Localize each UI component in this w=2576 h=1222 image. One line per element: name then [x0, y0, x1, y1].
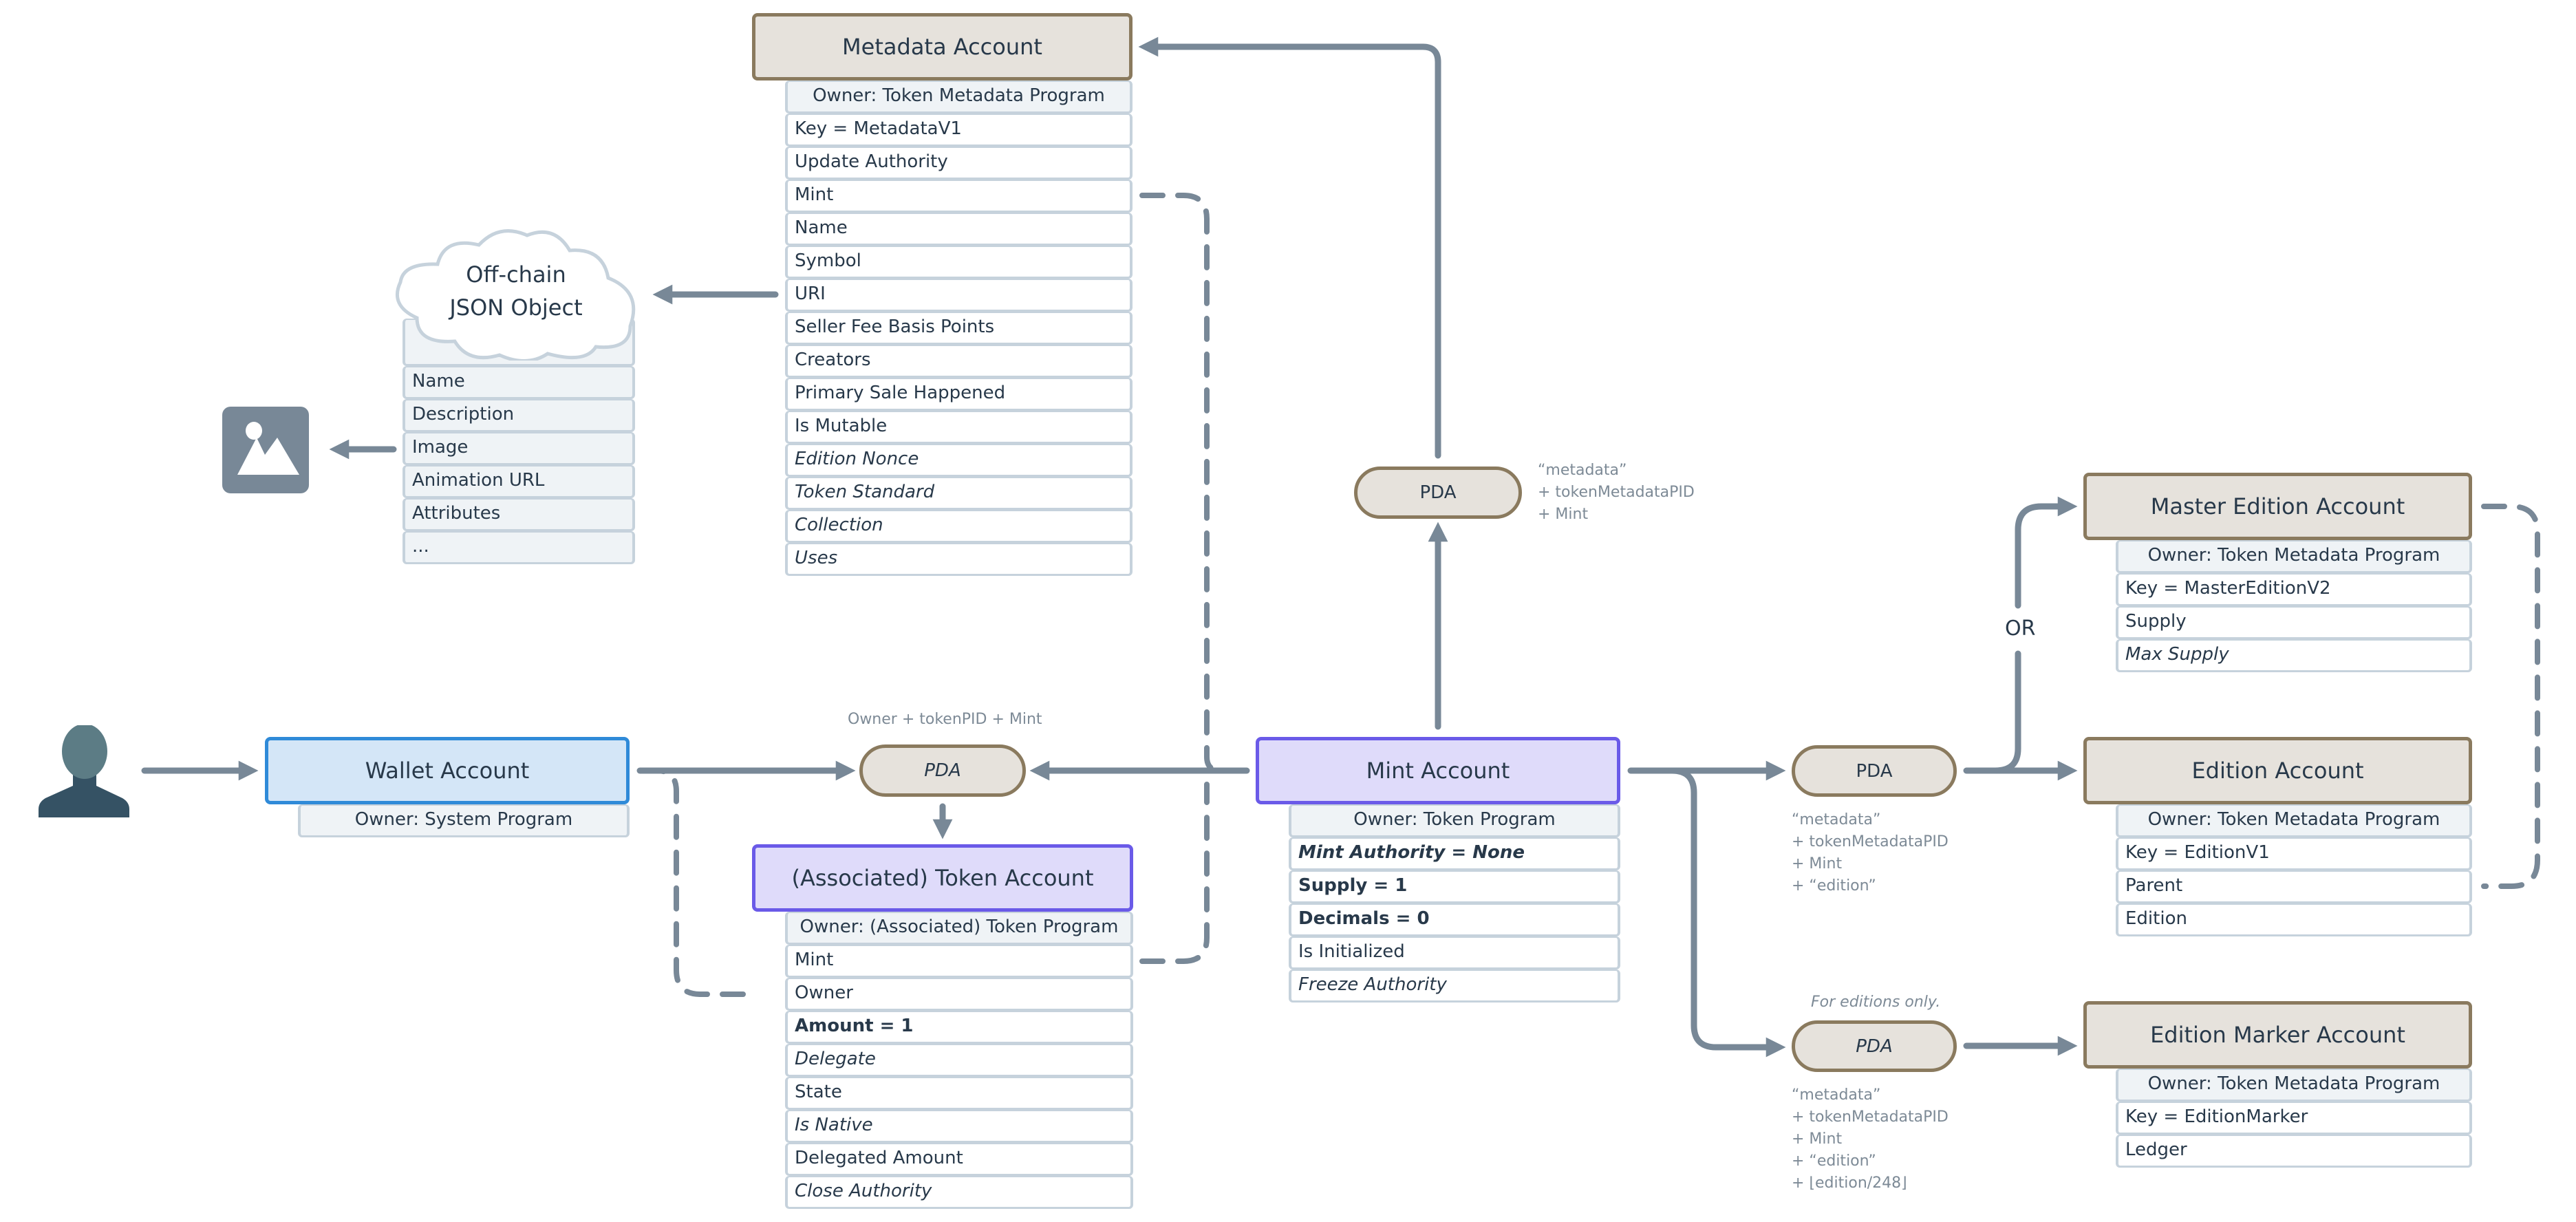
edition-field: Parent — [2116, 870, 2472, 903]
json-field: Name — [402, 366, 635, 399]
token-account-header[interactable]: (Associated) Token Account — [752, 844, 1133, 912]
metadata-account-owner: Owner: Token Metadata Program — [785, 81, 1133, 114]
token-field: Delegated Amount — [785, 1143, 1133, 1176]
edition-marker-field: Ledger — [2116, 1135, 2472, 1168]
mint-field: Supply = 1 — [1289, 870, 1620, 903]
edition-marker-account-header[interactable]: Edition Marker Account — [2083, 1001, 2472, 1069]
metadata-pda-label: PDA — [1419, 482, 1457, 503]
metadata-field: URI — [785, 279, 1133, 312]
token-pda-seeds: Owner + tokenPID + Mint — [848, 711, 1042, 728]
token-account-fields: Owner: (Associated) Token Program Mint O… — [785, 912, 1133, 1209]
offchain-json-title-line2: JSON Object — [449, 294, 583, 321]
token-field: State — [785, 1077, 1133, 1110]
metadata-field: Seller Fee Basis Points — [785, 312, 1133, 345]
mint-field: Mint Authority = None — [1289, 837, 1620, 870]
metadata-field: Key = MetadataV1 — [785, 114, 1133, 147]
edition-marker-field: Key = EditionMarker — [2116, 1102, 2472, 1135]
dashed-edition-parent-to-master — [2481, 504, 2540, 889]
wallet-account-title: Wallet Account — [365, 758, 530, 784]
edition-marker-account-owner: Owner: Token Metadata Program — [2116, 1069, 2472, 1102]
metadata-field: Creators — [785, 345, 1133, 378]
token-pda[interactable]: PDA — [859, 744, 1026, 797]
edition-account-header[interactable]: Edition Account — [2083, 737, 2472, 804]
wallet-account-header[interactable]: Wallet Account — [265, 737, 630, 804]
master-edition-account-fields: Owner: Token Metadata Program Key = Mast… — [2116, 540, 2472, 672]
dashed-metadata-mint-to-mint — [1139, 193, 1249, 773]
edition-pda-seeds: “metadata” + tokenMetadataPID + Mint + “… — [1792, 811, 1949, 894]
master-edition-account-owner: Owner: Token Metadata Program — [2116, 540, 2472, 573]
json-field: Attributes — [402, 498, 635, 531]
token-field: Amount = 1 — [785, 1011, 1133, 1044]
arrow-mint-to-edition-marker-pda — [1668, 767, 1786, 1058]
token-field: Owner — [785, 978, 1133, 1011]
offchain-json-title: Off-chain JSON Object — [413, 258, 619, 324]
wallet-account-fields: Owner: System Program — [298, 804, 630, 837]
edition-account-title: Edition Account — [2191, 758, 2364, 784]
mint-field: Is Initialized — [1289, 936, 1620, 969]
offchain-json-title-line1: Off-chain — [466, 261, 566, 288]
metadata-field: Is Mutable — [785, 411, 1133, 444]
metadata-account-header[interactable]: Metadata Account — [752, 13, 1133, 81]
json-field: Animation URL — [402, 465, 635, 498]
edition-field: Key = EditionV1 — [2116, 837, 2472, 870]
edition-pda[interactable]: PDA — [1792, 745, 1957, 797]
metadata-field: Update Authority — [785, 147, 1133, 180]
edition-marker-pda-seeds: “metadata” + tokenMetadataPID + Mint + “… — [1792, 1086, 1949, 1192]
token-account-title: (Associated) Token Account — [791, 865, 1094, 891]
arrow-metadata-pda-to-metadata — [1138, 36, 1441, 459]
metadata-field: Name — [785, 213, 1133, 246]
metadata-field: Edition Nonce — [785, 444, 1133, 477]
edition-account-owner: Owner: Token Metadata Program — [2116, 804, 2472, 837]
master-edition-field: Supply — [2116, 606, 2472, 639]
master-edition-account-title: Master Edition Account — [2150, 493, 2405, 519]
edition-marker-account-title: Edition Marker Account — [2150, 1022, 2405, 1048]
mint-account-owner: Owner: Token Program — [1289, 804, 1620, 837]
edition-pda-label: PDA — [1856, 760, 1893, 782]
metadata-field: Symbol — [785, 246, 1133, 279]
mint-account-header[interactable]: Mint Account — [1256, 737, 1620, 804]
metadata-field: Collection — [785, 510, 1133, 543]
metadata-field: Mint — [785, 180, 1133, 213]
edition-marker-account-fields: Owner: Token Metadata Program Key = Edit… — [2116, 1069, 2472, 1168]
user-icon — [39, 725, 129, 817]
edition-marker-pda[interactable]: PDA — [1792, 1020, 1957, 1072]
edition-account-fields: Owner: Token Metadata Program Key = Edit… — [2116, 804, 2472, 936]
mint-account-title: Mint Account — [1366, 758, 1510, 784]
master-edition-field: Key = MasterEditionV2 — [2116, 573, 2472, 606]
metadata-field: Uses — [785, 543, 1133, 576]
token-account-owner: Owner: (Associated) Token Program — [785, 912, 1133, 945]
arrow-edition-pda-to-master-edition — [1992, 650, 2021, 774]
mint-account-fields: Owner: Token Program Mint Authority = No… — [1289, 804, 1620, 1003]
dashed-token-owner-to-wallet — [654, 768, 746, 997]
metadata-pda-seeds: “metadata” + tokenMetadataPID + Mint — [1538, 462, 1695, 523]
json-field: Image — [402, 432, 635, 465]
json-field: ... — [402, 531, 635, 564]
metadata-field: Token Standard — [785, 477, 1133, 510]
token-field: Is Native — [785, 1110, 1133, 1143]
image-icon — [222, 407, 309, 493]
master-edition-account-header[interactable]: Master Edition Account — [2083, 473, 2472, 540]
wallet-account-owner: Owner: System Program — [298, 804, 630, 837]
edition-field: Edition — [2116, 903, 2472, 936]
mint-field: Decimals = 0 — [1289, 903, 1620, 936]
metadata-account-fields: Owner: Token Metadata Program Key = Meta… — [785, 81, 1133, 576]
dashed-token-mint-to-mint — [1139, 782, 1210, 964]
edition-marker-pda-label: PDA — [1856, 1036, 1893, 1057]
json-field: Description — [402, 399, 635, 432]
token-field: Delegate — [785, 1044, 1133, 1077]
token-field: Mint — [785, 945, 1133, 978]
or-label: OR — [2005, 614, 2036, 643]
mint-field: Freeze Authority — [1289, 969, 1620, 1003]
token-pda-label: PDA — [924, 760, 961, 781]
token-field: Close Authority — [785, 1176, 1133, 1209]
metadata-pda[interactable]: PDA — [1354, 467, 1522, 519]
metadata-account-title: Metadata Account — [842, 34, 1042, 60]
edition-marker-note: For editions only. — [1811, 994, 1941, 1011]
metadata-field: Primary Sale Happened — [785, 378, 1133, 411]
master-edition-field: Max Supply — [2116, 639, 2472, 672]
